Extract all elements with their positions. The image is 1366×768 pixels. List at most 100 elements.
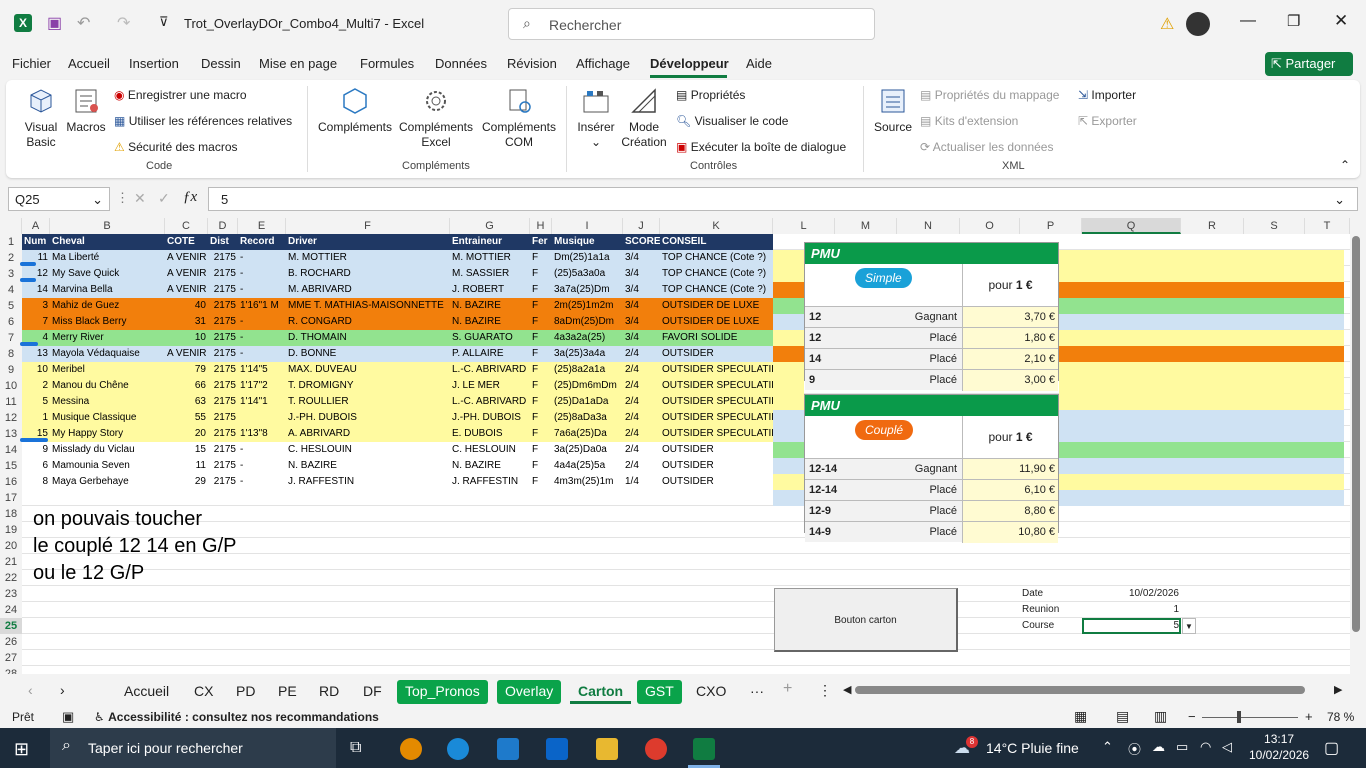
table-cell[interactable]: 2175	[208, 458, 238, 474]
table-cell[interactable]: B. ROCHARD	[286, 266, 450, 282]
menu-fichier[interactable]: Fichier	[12, 56, 51, 71]
sheet-tab-pe[interactable]: PE	[270, 680, 305, 704]
table-cell[interactable]: F	[530, 330, 552, 346]
table-cell[interactable]: 3a7a(25)Dm	[552, 282, 623, 298]
refresh-data-button[interactable]: ⟳ Actualiser les données	[920, 140, 1053, 154]
table-cell[interactable]: 29	[165, 474, 208, 490]
table-cell[interactable]: 2/4	[623, 346, 660, 362]
sheet-tab-cx[interactable]: CX	[186, 680, 221, 704]
table-cell[interactable]: (25)Da1aDa	[552, 394, 623, 410]
table-cell[interactable]: A VENIR	[165, 346, 208, 362]
table-header-cell[interactable]: Fer	[530, 234, 552, 250]
maximize-icon[interactable]: ❐	[1287, 12, 1300, 30]
table-cell[interactable]: 1'14"5	[238, 362, 286, 378]
table-cell[interactable]: 3/4	[623, 330, 660, 346]
complements-com-button[interactable]: Compléments COM	[478, 86, 560, 150]
column-header-b[interactable]: B	[50, 218, 165, 234]
row-header[interactable]: 20	[0, 538, 22, 554]
table-header-cell[interactable]: COTE	[165, 234, 208, 250]
table-cell[interactable]: 9	[22, 442, 50, 458]
table-cell[interactable]: 2175	[208, 442, 238, 458]
row-header[interactable]: 27	[0, 650, 22, 666]
table-cell[interactable]: Marvina Bella	[50, 282, 165, 298]
chrome-icon[interactable]	[645, 738, 667, 760]
table-cell[interactable]: 2/4	[623, 410, 660, 426]
column-header-n[interactable]: N	[897, 218, 960, 234]
store-icon[interactable]	[497, 738, 519, 760]
table-header-cell[interactable]: Record	[238, 234, 286, 250]
sheet-tab-pd[interactable]: PD	[228, 680, 263, 704]
table-cell[interactable]: -	[238, 442, 286, 458]
column-header-o[interactable]: O	[960, 218, 1020, 234]
zoom-level[interactable]: 78 %	[1327, 710, 1354, 724]
table-cell[interactable]: 55	[165, 410, 208, 426]
formula-input[interactable]: 5 ⌄	[208, 187, 1358, 211]
table-cell[interactable]: 2175	[208, 474, 238, 490]
menu-aide[interactable]: Aide	[746, 56, 772, 71]
hscroll-left-icon[interactable]: ◀	[843, 683, 851, 696]
row-header[interactable]: 17	[0, 490, 22, 506]
sheet-tab-carton[interactable]: Carton	[570, 680, 632, 704]
table-cell[interactable]: Miss Black Berry	[50, 314, 165, 330]
table-cell[interactable]: 15	[165, 442, 208, 458]
table-cell[interactable]: N. BAZIRE	[450, 314, 530, 330]
table-cell[interactable]: F	[530, 410, 552, 426]
table-cell[interactable]: 1	[22, 410, 50, 426]
macros-button[interactable]: Macros	[64, 86, 108, 135]
bouton-carton-button[interactable]: Bouton carton	[774, 588, 958, 652]
table-cell[interactable]: S. GUARATO	[450, 330, 530, 346]
column-header-p[interactable]: P	[1020, 218, 1082, 234]
map-properties-button[interactable]: ▤ Propriétés du mappage	[920, 88, 1059, 102]
table-cell[interactable]: N. BAZIRE	[450, 458, 530, 474]
table-cell[interactable]: 3/4	[623, 298, 660, 314]
table-cell[interactable]: TOP CHANCE (Cote ?)	[660, 266, 773, 282]
macro-security-button[interactable]: ⚠ Sécurité des macros	[114, 140, 238, 154]
table-cell[interactable]: M. SASSIER	[450, 266, 530, 282]
table-cell[interactable]: F	[530, 474, 552, 490]
tray-chevron-icon[interactable]: ⌃	[1102, 739, 1113, 755]
row-header[interactable]: 8	[0, 346, 22, 362]
table-cell[interactable]: 3/4	[623, 266, 660, 282]
menu-revision[interactable]: Révision	[507, 56, 557, 71]
table-cell[interactable]: OUTSIDER SPECULATIF	[660, 362, 773, 378]
table-cell[interactable]: T. DROMIGNY	[286, 378, 450, 394]
table-cell[interactable]: 63	[165, 394, 208, 410]
save-icon[interactable]: ▣	[47, 13, 62, 33]
column-header-j[interactable]: J	[623, 218, 660, 234]
table-cell[interactable]: F	[530, 426, 552, 442]
table-cell[interactable]: D. THOMAIN	[286, 330, 450, 346]
table-cell[interactable]: 7a6a(25)Da	[552, 426, 623, 442]
table-cell[interactable]: (25)8a2a1a	[552, 362, 623, 378]
table-cell[interactable]: 3/4	[623, 250, 660, 266]
file-explorer-icon[interactable]	[596, 738, 618, 760]
sheet-tab-df[interactable]: DF	[355, 680, 390, 704]
column-header-d[interactable]: D	[208, 218, 238, 234]
table-cell[interactable]: F	[530, 266, 552, 282]
table-header-cell[interactable]: SCORE	[623, 234, 660, 250]
table-cell[interactable]: 2175	[208, 362, 238, 378]
table-cell[interactable]	[238, 410, 286, 426]
row-header[interactable]: 26	[0, 634, 22, 650]
row-header[interactable]: 25	[0, 618, 22, 634]
table-cell[interactable]: 3/4	[623, 282, 660, 298]
table-cell[interactable]: 2	[22, 378, 50, 394]
table-cell[interactable]: 2175	[208, 250, 238, 266]
table-cell[interactable]: 4m3m(25)1m	[552, 474, 623, 490]
wifi-icon[interactable]: ◠	[1200, 739, 1211, 755]
column-header-q[interactable]: Q	[1082, 218, 1181, 234]
hscroll-right-icon[interactable]: ▶	[1334, 683, 1342, 696]
clock[interactable]: 13:17 10/02/2026	[1249, 731, 1309, 763]
complements-button[interactable]: Compléments	[316, 86, 394, 135]
options-icon[interactable]: ⋮	[818, 682, 832, 699]
table-cell[interactable]: E. DUBOIS	[450, 426, 530, 442]
table-cell[interactable]: -	[238, 330, 286, 346]
record-macro-button[interactable]: ◉ Enregistrer une macro	[114, 88, 247, 102]
table-header-cell[interactable]: Entraineur	[450, 234, 530, 250]
table-cell[interactable]: J.-PH. DUBOIS	[450, 410, 530, 426]
page-break-icon[interactable]: ▥	[1154, 708, 1167, 725]
menu-mise-en-page[interactable]: Mise en page	[259, 56, 337, 71]
table-cell[interactable]: 2175	[208, 426, 238, 442]
row-header[interactable]: 3	[0, 266, 22, 282]
table-cell[interactable]: 40	[165, 298, 208, 314]
table-cell[interactable]: 2175	[208, 346, 238, 362]
